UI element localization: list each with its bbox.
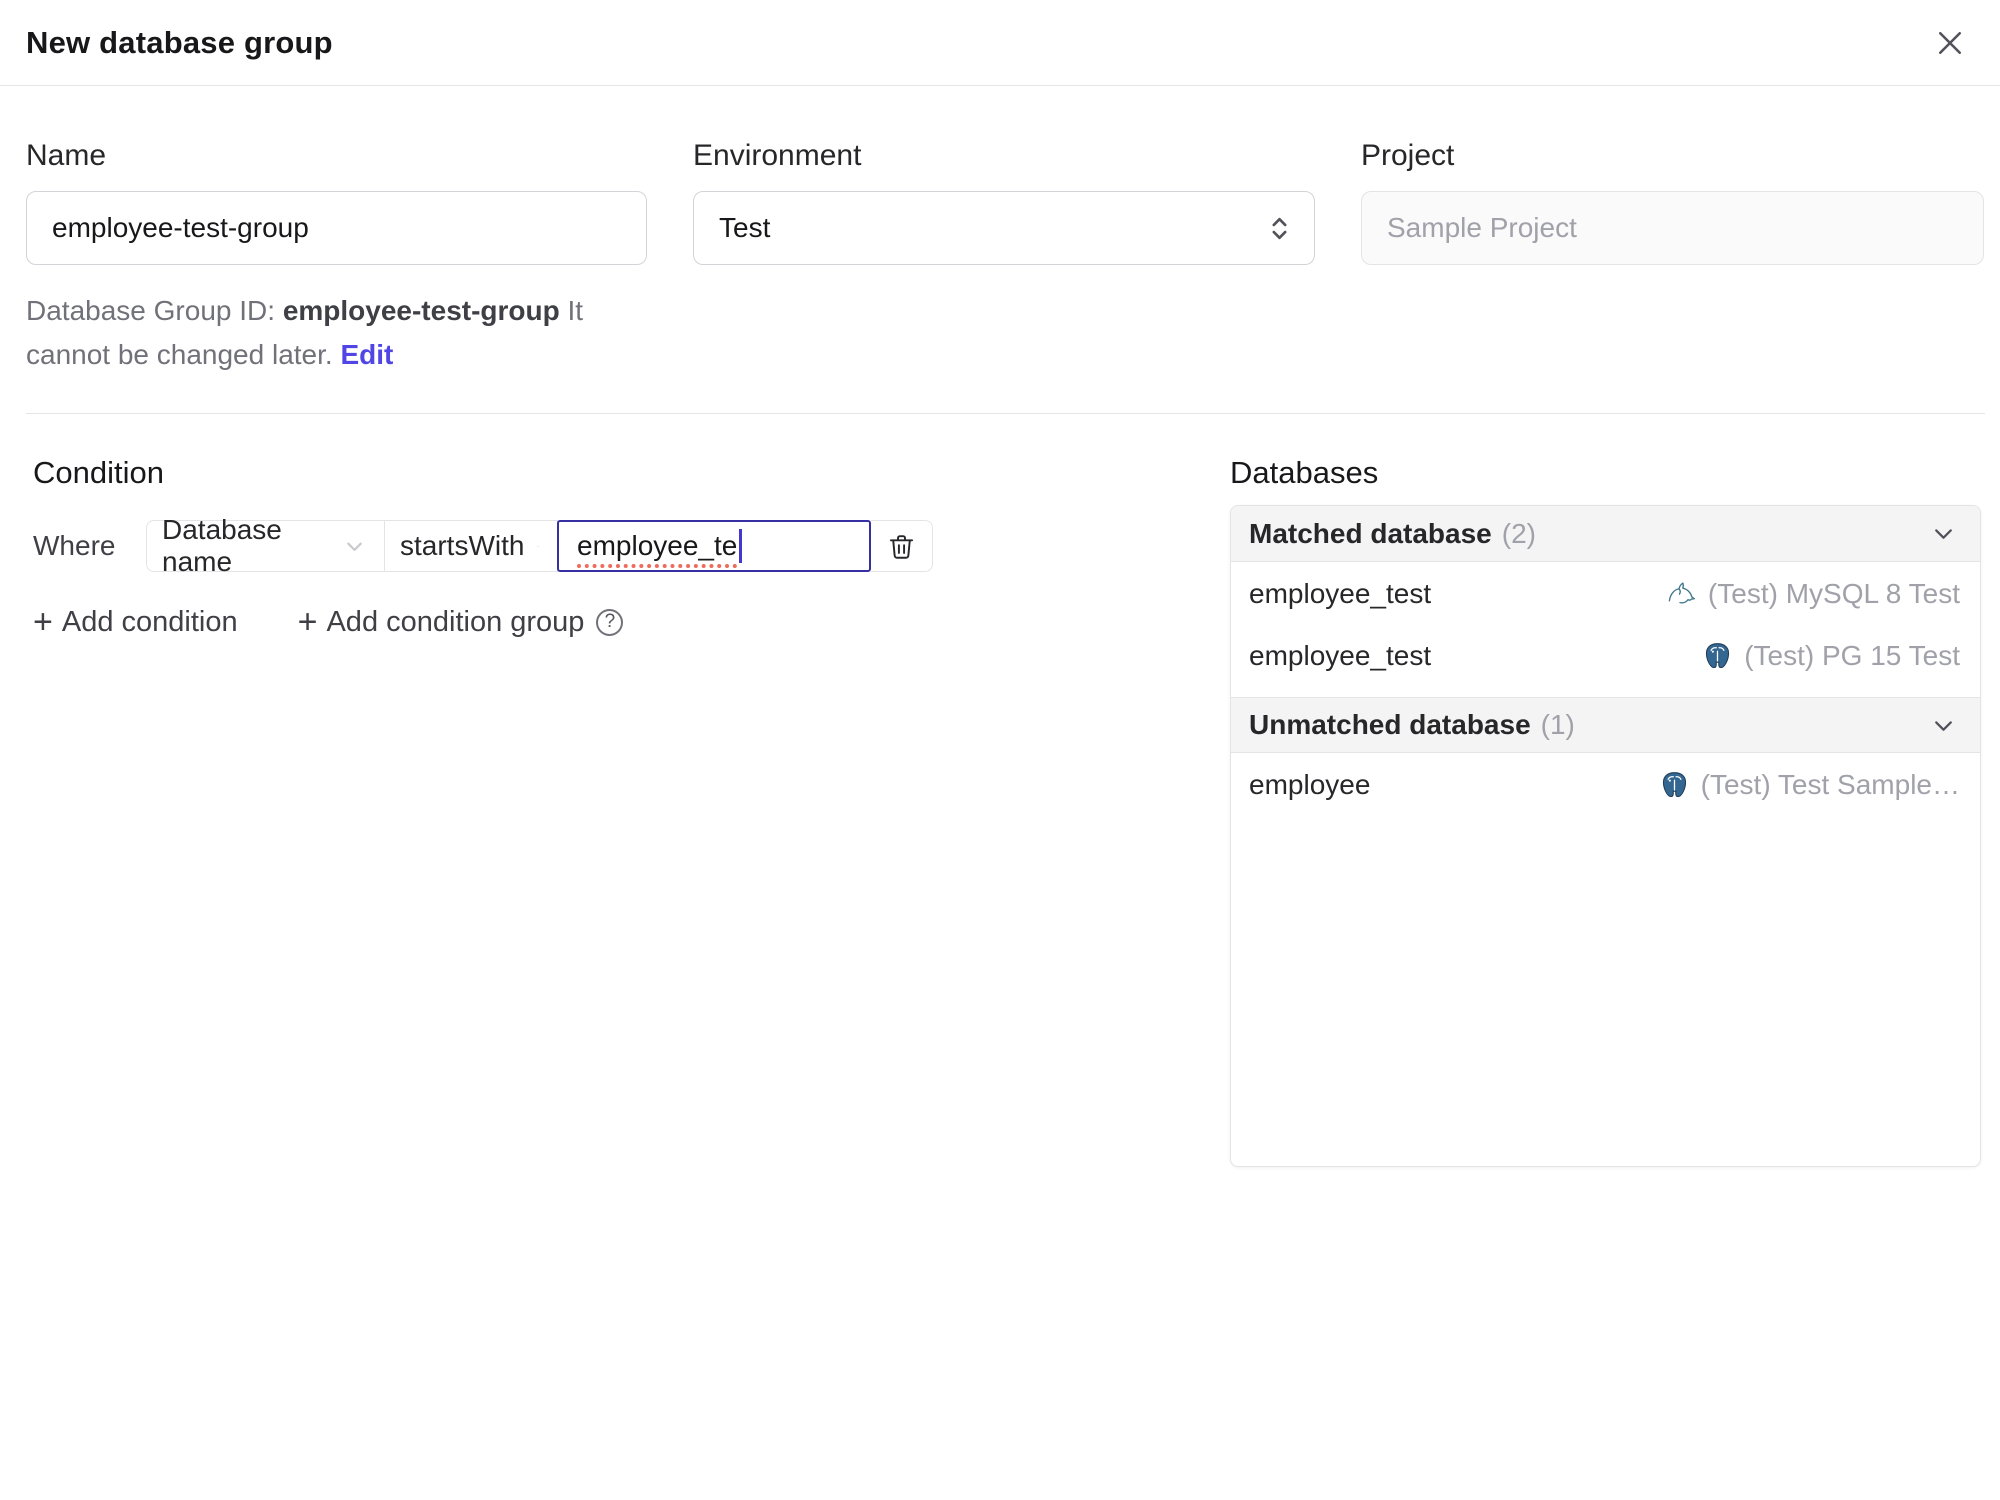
- condition-value-input[interactable]: employee_te: [557, 520, 871, 572]
- text-caret: [739, 529, 743, 563]
- instance-label: (Test) MySQL 8 Test: [1707, 578, 1960, 609]
- group-id-note: Database Group ID: employee-test-group I…: [26, 289, 647, 377]
- databases-panel: Matched database (2) employee_test (Test) M…: [1230, 505, 1981, 1167]
- instance-label: (Test) Test Sample…: [1700, 769, 1960, 800]
- condition-operator-value: startsWith: [400, 530, 525, 561]
- condition-section: Condition Where Database name startsWith…: [26, 414, 1230, 1167]
- chevron-down-icon: [1935, 529, 1952, 539]
- dialog-title: New database group: [26, 24, 333, 60]
- database-name: employee: [1249, 769, 1371, 800]
- instance-label: (Test) PG 15 Test: [1744, 640, 1960, 671]
- name-input[interactable]: [26, 191, 647, 265]
- help-icon[interactable]: ?: [596, 608, 624, 636]
- new-database-group-dialog: New database group Name Database Group I…: [0, 0, 2000, 1500]
- edit-link[interactable]: Edit: [340, 339, 393, 370]
- plus-icon: +: [33, 603, 53, 641]
- db-section-rows: employee_test (Test) MySQL 8 Test employee…: [1231, 562, 1980, 688]
- close-button[interactable]: [1932, 25, 1968, 61]
- postgres-elephant-icon: [1706, 642, 1730, 668]
- db-section-title: Unmatched database (1): [1249, 709, 1575, 740]
- add-condition-button[interactable]: + Add condition: [33, 605, 238, 639]
- database-row: employee_test (Test) PG 15 Test: [1231, 625, 1980, 687]
- form-row: Name Database Group ID: employee-test-gr…: [0, 137, 2000, 377]
- dialog-header: New database group: [0, 0, 2000, 86]
- environment-select-value: Test: [719, 212, 771, 243]
- database-row: employee (Test) Test Sample…: [1231, 754, 1980, 816]
- group-id-note-prefix: Database Group ID:: [26, 295, 283, 326]
- condition-field-select[interactable]: Database name: [146, 514, 384, 577]
- add-condition-label: Add condition: [61, 605, 238, 638]
- database-row: employee_test (Test) MySQL 8 Test: [1231, 563, 1980, 625]
- environment-select[interactable]: Test: [693, 191, 1315, 265]
- database-name: employee_test: [1249, 578, 1432, 609]
- add-condition-group-button[interactable]: + Add condition group: [298, 605, 585, 639]
- chevron-down-icon: [1935, 720, 1952, 731]
- database-instance: (Test) MySQL 8 Test: [1666, 578, 1960, 610]
- db-section-title: Matched database (2): [1249, 517, 1536, 549]
- database-name: employee_test: [1249, 640, 1432, 671]
- close-icon: [1938, 31, 1962, 54]
- condition-links: + Add condition + Add condition group ?: [33, 605, 1230, 639]
- trash-icon: [889, 534, 914, 559]
- condition-heading: Condition: [33, 455, 164, 490]
- db-section-header[interactable]: Unmatched database (1): [1231, 697, 1980, 753]
- database-instance: (Test) Test Sample…: [1659, 769, 1960, 801]
- db-section-rows: employee (Test) Test Sample…: [1231, 753, 1980, 817]
- chevron-down-icon: [537, 545, 540, 547]
- select-updown-icon: [1272, 217, 1287, 239]
- database-instance: (Test) PG 15 Test: [1702, 640, 1960, 672]
- group-id-value: employee-test-group: [282, 295, 560, 326]
- plus-icon: +: [297, 603, 318, 641]
- mysql-dolphin-icon: [1668, 581, 1695, 603]
- name-label: Name: [26, 139, 107, 172]
- databases-section: Databases Matched database (2) employee_te…: [1230, 414, 1981, 1167]
- add-condition-group-label: Add condition group: [326, 605, 585, 638]
- project-input: [1361, 191, 1984, 265]
- chevron-down-icon: [347, 542, 362, 551]
- where-label: Where: [33, 530, 116, 561]
- condition-row: Where Database name startsWith employee_…: [33, 514, 1230, 577]
- project-label: Project: [1361, 139, 1455, 172]
- db-section-header[interactable]: Matched database (2): [1231, 506, 1980, 562]
- condition-value-text: employee_te: [577, 530, 738, 561]
- environment-label: Environment: [693, 139, 862, 172]
- postgres-elephant-icon: [1662, 771, 1686, 797]
- delete-condition-button[interactable]: [871, 520, 933, 572]
- condition-field-value: Database name: [162, 514, 282, 577]
- condition-operator-select[interactable]: startsWith: [384, 520, 558, 572]
- databases-heading: Databases: [1230, 455, 1379, 490]
